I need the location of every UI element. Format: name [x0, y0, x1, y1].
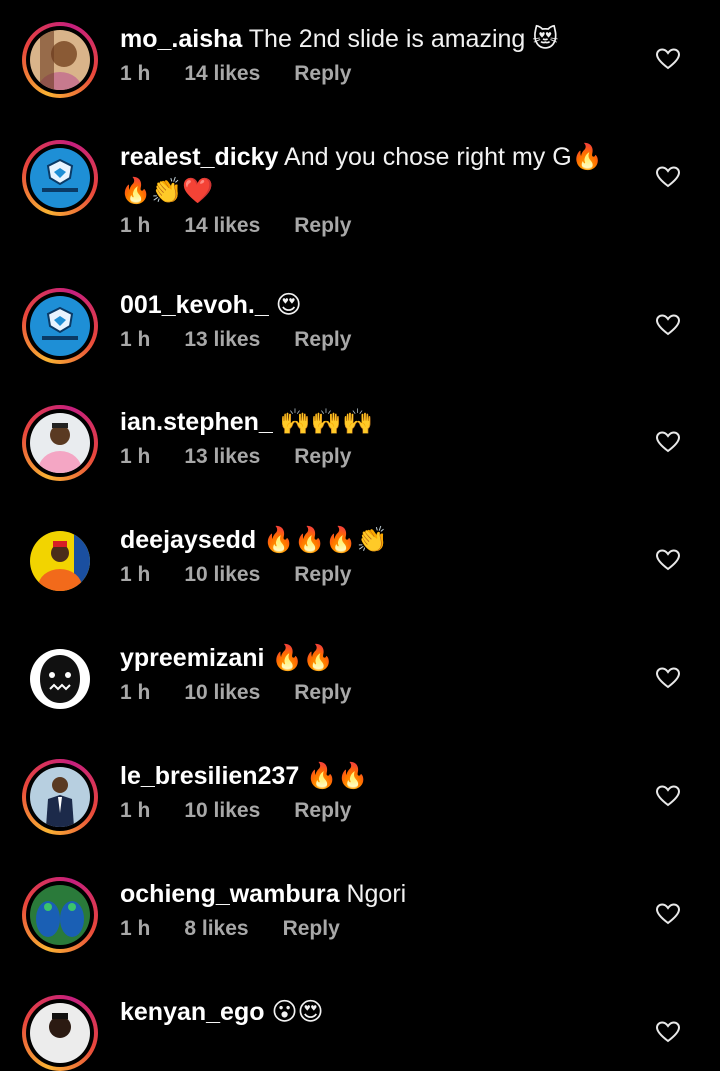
story-ring[interactable]	[22, 995, 98, 1071]
story-ring[interactable]	[22, 759, 98, 835]
like-heart-icon[interactable]	[656, 48, 680, 70]
like-heart-icon[interactable]	[656, 166, 680, 188]
avatar[interactable]	[30, 767, 90, 827]
comment-likes[interactable]: 10 likes	[184, 563, 260, 587]
story-ring[interactable]	[22, 405, 98, 481]
reply-button[interactable]: Reply	[294, 445, 351, 469]
reply-button[interactable]: Reply	[294, 681, 351, 705]
comment-username[interactable]: realest_dicky	[120, 143, 278, 171]
comment-time: 1 h	[120, 445, 151, 468]
like-heart-icon[interactable]	[656, 314, 680, 336]
comment-username[interactable]: ian.stephen_	[120, 408, 273, 436]
comment-username[interactable]: ypreemizani	[120, 644, 265, 672]
story-ring[interactable]	[22, 22, 98, 98]
avatar[interactable]	[30, 148, 90, 208]
comment-username[interactable]: deejaysedd	[120, 526, 256, 554]
avatar[interactable]	[30, 413, 90, 473]
story-ring[interactable]	[22, 641, 98, 717]
comment-likes[interactable]: 8 likes	[184, 917, 248, 941]
like-heart-icon[interactable]	[656, 1021, 680, 1043]
like-heart-icon[interactable]	[656, 549, 680, 571]
story-ring[interactable]	[22, 140, 98, 216]
comment-text: Ngori	[346, 880, 407, 908]
comment-username[interactable]: ochieng_wambura	[120, 880, 340, 908]
reply-button[interactable]: Reply	[294, 563, 351, 587]
reply-button[interactable]: Reply	[283, 917, 340, 941]
comment-time: 1 h	[120, 62, 151, 85]
comment-text: And you chose right my G🔥	[284, 143, 603, 171]
comment-likes[interactable]: 13 likes	[184, 328, 260, 352]
comments-list: mo_.aisha The 2nd slide is amazing 😻 1 h…	[0, 0, 720, 1071]
comment-time: 1 h	[120, 214, 151, 237]
comment-username[interactable]: kenyan_ego	[120, 998, 265, 1026]
comment-text: 😍	[275, 291, 302, 319]
comment-username[interactable]: 001_kevoh._	[120, 291, 269, 319]
comment-time: 1 h	[120, 681, 151, 704]
comment-text: 🙌🙌🙌	[279, 408, 374, 436]
comment-likes[interactable]: 10 likes	[184, 681, 260, 705]
story-ring[interactable]	[22, 288, 98, 364]
story-ring[interactable]	[22, 523, 98, 599]
avatar[interactable]	[30, 885, 90, 945]
reply-button[interactable]: Reply	[294, 62, 351, 86]
avatar[interactable]	[30, 531, 90, 591]
like-heart-icon[interactable]	[656, 667, 680, 689]
comment-time: 1 h	[120, 799, 151, 822]
comment-text: The 2nd slide is amazing 😻	[248, 25, 559, 53]
like-heart-icon[interactable]	[656, 785, 680, 807]
comment-text: 🔥🔥	[306, 762, 369, 790]
like-heart-icon[interactable]	[656, 903, 680, 925]
comment-text: 🔥🔥🔥👏	[263, 526, 388, 554]
avatar[interactable]	[30, 649, 90, 709]
story-ring[interactable]	[22, 877, 98, 953]
comment-text-continued: 🔥👏❤️	[120, 177, 214, 205]
comment-text: 🔥🔥	[271, 644, 334, 672]
comment-time: 1 h	[120, 917, 151, 940]
comment-likes[interactable]: 14 likes	[184, 214, 260, 238]
reply-button[interactable]: Reply	[294, 214, 351, 238]
reply-button[interactable]: Reply	[294, 328, 351, 352]
comment-likes[interactable]: 13 likes	[184, 445, 260, 469]
comment-likes[interactable]: 14 likes	[184, 62, 260, 86]
reply-button[interactable]: Reply	[294, 799, 351, 823]
comment-text: 😮😍	[271, 998, 324, 1026]
comment-time: 1 h	[120, 563, 151, 586]
comment-username[interactable]: mo_.aisha	[120, 25, 242, 53]
comment-username[interactable]: le_bresilien237	[120, 762, 299, 790]
comment-likes[interactable]: 10 likes	[184, 799, 260, 823]
like-heart-icon[interactable]	[656, 431, 680, 453]
avatar[interactable]	[30, 1003, 90, 1063]
comment-time: 1 h	[120, 328, 151, 351]
avatar[interactable]	[30, 296, 90, 356]
avatar[interactable]	[30, 30, 90, 90]
